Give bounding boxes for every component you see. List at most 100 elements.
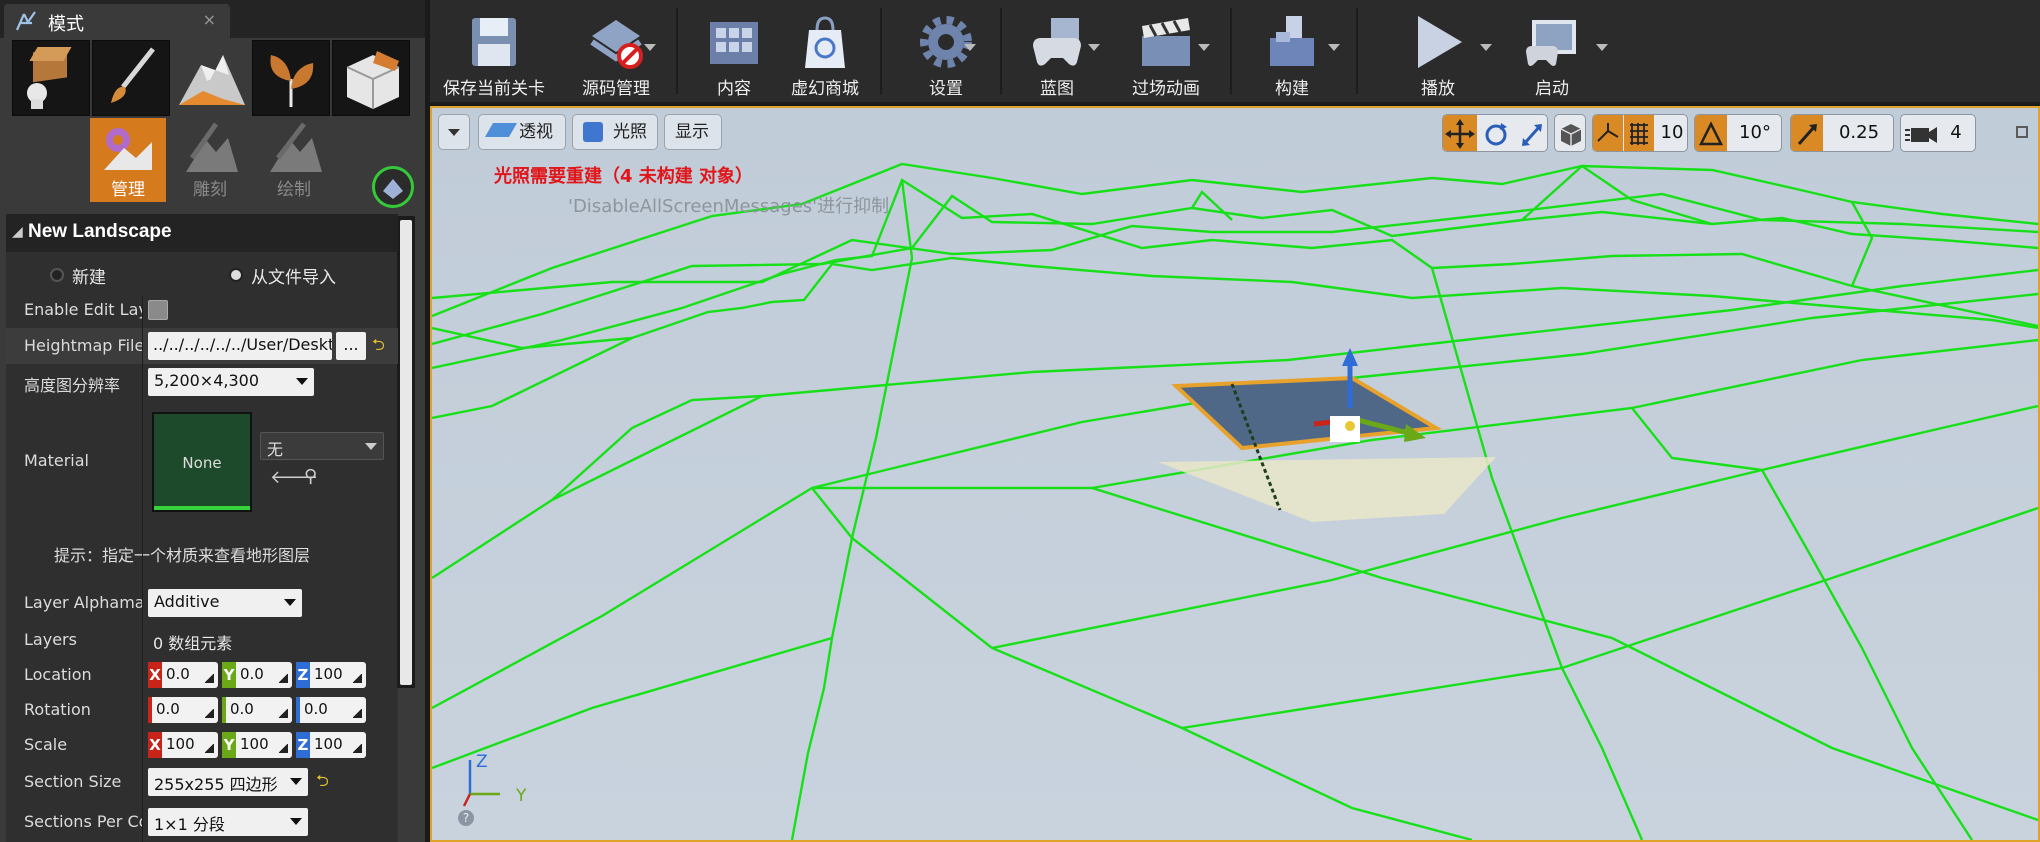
grid-snap-toggle[interactable] bbox=[1624, 115, 1654, 151]
enable-edit-layers-checkbox[interactable] bbox=[148, 300, 168, 320]
browse-button[interactable]: ... bbox=[336, 332, 366, 360]
scale-snap-group: 0.25 bbox=[1790, 114, 1894, 152]
blueprint-button[interactable]: 蓝图 bbox=[1014, 6, 1100, 99]
rotation-snap-value[interactable]: 10° bbox=[1727, 115, 1781, 151]
axis-z-label: Z bbox=[476, 752, 488, 772]
blueprint-label: 蓝图 bbox=[1040, 79, 1074, 99]
rotation-z-field[interactable]: 0.0 bbox=[296, 697, 366, 723]
chevron-down-icon[interactable] bbox=[1596, 44, 1608, 51]
scale-icon bbox=[1522, 124, 1542, 146]
tab-sculpt[interactable]: 雕刻 bbox=[172, 118, 248, 202]
save-label: 保存当前关卡 bbox=[443, 79, 545, 99]
chevron-down-icon[interactable] bbox=[964, 44, 976, 51]
layer-alphamap-value: Additive bbox=[154, 592, 220, 611]
sections-per-value: 1×1 分段 bbox=[154, 815, 225, 834]
collapse-icon[interactable]: ◢ bbox=[12, 224, 23, 240]
chevron-down-icon[interactable] bbox=[644, 44, 656, 51]
perspective-button[interactable]: 透视 bbox=[478, 114, 566, 150]
grid-icon bbox=[1630, 123, 1648, 145]
play-button[interactable]: 播放 bbox=[1388, 6, 1488, 99]
scale-x-field[interactable]: X 100 bbox=[148, 732, 218, 758]
help-icon[interactable]: ? bbox=[458, 810, 474, 826]
viewport-options-button[interactable] bbox=[438, 114, 470, 150]
radio-import[interactable] bbox=[229, 268, 243, 282]
resolution-combo[interactable]: 5,200×4,300 bbox=[148, 368, 314, 396]
location-y-field[interactable]: Y 0.0 bbox=[222, 662, 292, 688]
lit-button[interactable]: 光照 bbox=[572, 114, 658, 150]
chevron-down-icon[interactable] bbox=[1088, 44, 1100, 51]
radio-new-label: 新建 bbox=[72, 268, 106, 288]
show-label: 显示 bbox=[675, 122, 709, 142]
landscape-mode-button[interactable] bbox=[172, 40, 250, 116]
maximize-icon[interactable] bbox=[2016, 126, 2028, 138]
section-title: New Landscape bbox=[28, 221, 172, 242]
radio-new[interactable] bbox=[50, 268, 64, 282]
tab-manage[interactable]: 管理 bbox=[90, 118, 166, 202]
rotation-snap-toggle[interactable] bbox=[1695, 115, 1727, 151]
section-header[interactable]: ◢ New Landscape bbox=[6, 214, 398, 252]
paint-mode-button[interactable] bbox=[92, 40, 170, 116]
scrollbar-thumb[interactable] bbox=[400, 220, 412, 685]
tab-paint[interactable]: 绘制 bbox=[256, 118, 332, 202]
perspective-icon bbox=[484, 123, 518, 137]
layers-label: Layers bbox=[24, 630, 77, 649]
source-control-button[interactable]: 源码管理 bbox=[560, 6, 672, 99]
translate-mode-button[interactable] bbox=[1443, 115, 1477, 151]
surface-snap-button[interactable] bbox=[1593, 115, 1623, 151]
sections-per-combo[interactable]: 1×1 分段 bbox=[148, 808, 308, 836]
geometry-mode-button[interactable] bbox=[332, 40, 410, 116]
location-y-value: 0.0 bbox=[236, 662, 292, 688]
layer-alphamap-combo[interactable]: Additive bbox=[148, 589, 302, 617]
landscape-gizmo-button[interactable] bbox=[372, 166, 414, 208]
cinematics-button[interactable]: 过场动画 bbox=[1110, 6, 1222, 99]
material-thumbnail[interactable]: None bbox=[152, 412, 252, 512]
camera-speed-button[interactable]: 4 bbox=[1900, 114, 1976, 152]
browse-asset-icon[interactable]: ⚲ bbox=[304, 466, 317, 487]
save-button[interactable]: 保存当前关卡 bbox=[434, 6, 554, 99]
rotation-y-field[interactable]: 0.0 bbox=[222, 697, 292, 723]
rotation-x-field[interactable]: 0.0 bbox=[148, 697, 218, 723]
main-toolbar: 保存当前关卡 源码管理 内容 虚幻商城 设置 蓝图 过场动画 构建 播放 启动 bbox=[430, 0, 2040, 104]
heightmap-label: Heightmap File bbox=[24, 336, 142, 355]
layers-value: 0 数组元素 bbox=[153, 634, 233, 653]
grid-snap-value[interactable]: 10 bbox=[1655, 115, 1687, 151]
location-x-field[interactable]: X 0.0 bbox=[148, 662, 218, 688]
paint-icon bbox=[270, 122, 322, 172]
chevron-down-icon[interactable] bbox=[1198, 44, 1210, 51]
section-size-combo[interactable]: 255x255 四边形 bbox=[148, 768, 308, 796]
chevron-down-icon bbox=[365, 443, 377, 450]
axis-y-label: Y bbox=[516, 786, 527, 806]
foliage-mode-button[interactable] bbox=[252, 40, 330, 116]
show-button[interactable]: 显示 bbox=[664, 114, 722, 150]
location-z-field[interactable]: Z 100 bbox=[296, 662, 366, 688]
close-icon[interactable]: × bbox=[203, 10, 216, 29]
scale-z-field[interactable]: Z 100 bbox=[296, 732, 366, 758]
marketplace-button[interactable]: 虚幻商城 bbox=[776, 6, 874, 99]
scale-y-field[interactable]: Y 100 bbox=[222, 732, 292, 758]
chevron-down-icon bbox=[290, 818, 302, 825]
heightmap-file-field[interactable]: ../../../../../../User/Desktop bbox=[148, 332, 332, 360]
reset-icon[interactable]: ⮌ bbox=[316, 770, 329, 797]
world-local-button[interactable] bbox=[1554, 114, 1586, 152]
scale-snap-toggle[interactable] bbox=[1791, 115, 1823, 151]
tab-modes[interactable]: 模式 × bbox=[4, 4, 230, 38]
chevron-down-icon[interactable] bbox=[1480, 44, 1492, 51]
scale-snap-value[interactable]: 0.25 bbox=[1823, 115, 1893, 151]
source-control-icon bbox=[590, 20, 643, 69]
grid-snap-group: 10 bbox=[1592, 114, 1688, 152]
lit-icon bbox=[583, 122, 603, 142]
level-viewport[interactable]: 透视 光照 显示 10 10° 0.25 4 光照需要重建（4 未构建 对象） … bbox=[430, 106, 2040, 842]
settings-button[interactable]: 设置 bbox=[894, 6, 998, 99]
rotate-mode-button[interactable] bbox=[1479, 115, 1513, 151]
build-button[interactable]: 构建 bbox=[1242, 6, 1342, 99]
place-mode-button[interactable] bbox=[12, 40, 90, 116]
scale-mode-button[interactable] bbox=[1515, 115, 1547, 151]
chevron-down-icon[interactable] bbox=[1328, 44, 1340, 51]
launch-button[interactable]: 启动 bbox=[1500, 6, 1604, 99]
lit-label: 光照 bbox=[613, 122, 647, 142]
content-button[interactable]: 内容 bbox=[692, 6, 776, 99]
chevron-down-icon bbox=[448, 129, 460, 136]
column-divider bbox=[142, 296, 143, 842]
reset-icon[interactable]: ⮌ bbox=[372, 334, 385, 361]
material-combo[interactable]: 无 bbox=[260, 432, 384, 460]
